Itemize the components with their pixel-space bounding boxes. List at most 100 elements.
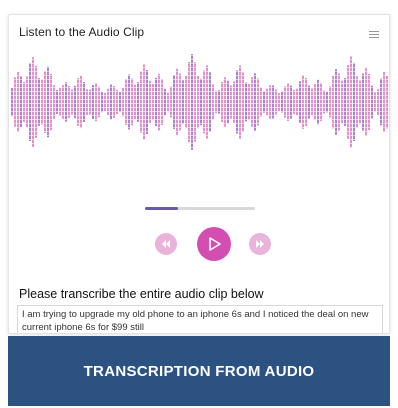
waveform-bar — [47, 66, 49, 138]
waveform-bar — [383, 72, 385, 132]
waveform-bar — [188, 61, 190, 143]
waveform-stripe — [9, 115, 389, 116]
waveform-bar — [32, 57, 34, 147]
waveform-bar — [29, 63, 31, 141]
waveform-bar — [41, 79, 43, 125]
waveform-bar — [314, 83, 316, 121]
waveform-stripe — [9, 103, 389, 104]
waveform-bar — [230, 85, 232, 119]
waveform-stripe — [9, 131, 389, 132]
waveform-bar — [68, 85, 70, 119]
waveform-bar — [71, 89, 73, 115]
waveform-bar — [92, 84, 94, 120]
waveform-bar — [56, 90, 58, 114]
waveform-stripe — [9, 127, 389, 128]
audio-task-card: Listen to the Audio Clip Please transcri… — [8, 14, 390, 334]
waveform-bar — [212, 84, 214, 120]
waveform-stripe — [9, 59, 389, 60]
waveform-bar — [161, 78, 163, 126]
waveform-bar — [218, 90, 220, 114]
transcription-prompt: Please transcribe the entire audio clip … — [19, 287, 264, 301]
waveform-stripe — [9, 87, 389, 88]
waveform-bar — [371, 85, 373, 119]
waveform-bar — [353, 62, 355, 142]
waveform-bar — [308, 85, 310, 119]
waveform-bar — [338, 73, 340, 131]
waveform-stripe — [9, 123, 389, 124]
waveform-bar — [272, 85, 274, 119]
waveform-stripe — [9, 55, 389, 56]
playback-progress-fill — [145, 207, 178, 210]
waveform-stripe — [9, 143, 389, 144]
waveform-bar — [194, 62, 196, 142]
waveform-stripe — [9, 111, 389, 112]
waveform-bar — [323, 90, 325, 114]
waveform-bar — [344, 78, 346, 126]
transcription-input[interactable]: I am trying to upgrade my old phone to a… — [17, 305, 383, 333]
waveform-bar — [119, 91, 121, 113]
waveform-bar — [359, 80, 361, 124]
waveform-bar — [326, 91, 328, 113]
waveform-bar — [62, 85, 64, 119]
waveform-bar — [257, 78, 259, 126]
waveform-bar — [155, 77, 157, 127]
waveform-bar — [305, 77, 307, 127]
waveform-bar — [215, 90, 217, 114]
waveform-stripe — [9, 135, 389, 136]
hamburger-menu-icon[interactable] — [369, 31, 379, 39]
waveform-bar — [17, 72, 19, 132]
forward-icon — [256, 240, 264, 248]
waveform-bar — [101, 91, 103, 113]
waveform-stripe — [9, 91, 389, 92]
waveform-bar — [254, 73, 256, 131]
waveform-bar — [290, 85, 292, 119]
waveform-stripe — [9, 79, 389, 80]
banner-label: TRANSCRIPTION FROM AUDIO — [83, 362, 315, 380]
waveform-bar — [50, 73, 52, 131]
waveform-bar — [89, 89, 91, 115]
waveform-bar — [275, 89, 277, 115]
rewind-button[interactable] — [155, 233, 177, 255]
waveform-bar — [200, 78, 202, 126]
waveform-bar — [152, 83, 154, 121]
card-title: Listen to the Audio Clip — [19, 25, 145, 39]
waveform-bar — [389, 82, 390, 122]
waveform-stripe — [9, 67, 389, 68]
play-icon — [209, 237, 221, 251]
rewind-icon — [162, 240, 170, 248]
waveform-bar — [128, 74, 130, 130]
waveform-bar — [74, 85, 76, 119]
waveform-bar — [110, 84, 112, 120]
waveform-bar — [176, 68, 178, 136]
waveform-bar — [263, 91, 265, 113]
waveform-stripe — [9, 119, 389, 120]
waveform-bar — [269, 85, 271, 119]
waveform-stripe — [9, 155, 389, 156]
waveform-bar — [317, 79, 319, 125]
title-banner: TRANSCRIPTION FROM AUDIO — [8, 336, 390, 406]
waveform-bar — [281, 91, 283, 113]
waveform-bar — [362, 73, 364, 131]
forward-button[interactable] — [249, 233, 271, 255]
waveform-bar — [209, 72, 211, 132]
waveform-stripe — [9, 83, 389, 84]
waveform-bar — [368, 73, 370, 131]
waveform-bar — [380, 78, 382, 126]
waveform-bar — [242, 72, 244, 132]
waveform-bar — [293, 89, 295, 115]
waveform-stripe — [9, 99, 389, 100]
waveform-bar — [38, 78, 40, 126]
waveform-stripe — [9, 75, 389, 76]
waveform-bar — [182, 80, 184, 124]
waveform-stripe — [9, 151, 389, 152]
waveform-bar — [350, 56, 352, 148]
audio-waveform[interactable] — [9, 47, 390, 167]
waveform-bar — [248, 84, 250, 120]
waveform-bar — [134, 84, 136, 120]
playback-progress-bar[interactable] — [145, 207, 255, 210]
waveform-stripe — [9, 139, 389, 140]
waveform-bar — [125, 79, 127, 125]
play-button[interactable] — [197, 227, 231, 261]
waveform-bar — [77, 78, 79, 126]
waveform-stripe — [9, 147, 389, 148]
